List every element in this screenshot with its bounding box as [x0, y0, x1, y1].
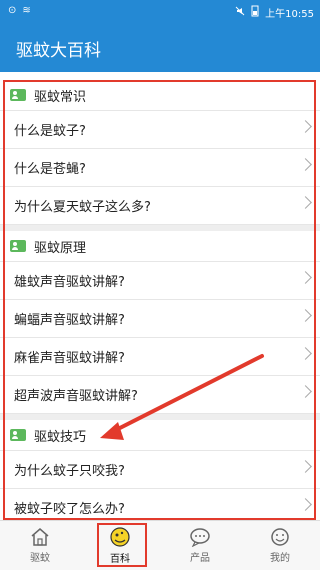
section-header-tips: 驱蚊技巧 [0, 420, 320, 451]
section-title: 驱蚊原理 [34, 240, 87, 256]
tab-label: 我的 [270, 553, 290, 564]
chevron-right-icon [299, 120, 312, 133]
list-item-label: 超声波声音驱蚊讲解? [14, 389, 138, 404]
list-item[interactable]: 超声波声音驱蚊讲解? [0, 376, 320, 414]
list-item[interactable]: 为什么夏天蚊子这么多? [0, 187, 320, 225]
chevron-right-icon [299, 385, 312, 398]
section-title: 驱蚊常识 [34, 89, 87, 105]
list-item[interactable]: 什么是苍蝇? [0, 149, 320, 187]
chevron-right-icon [299, 309, 312, 322]
status-bar: ⊙ ≋ 上午10:55 [0, 0, 320, 24]
chevron-right-icon [299, 347, 312, 360]
list-item[interactable]: 蝙蝠声音驱蚊讲解? [0, 300, 320, 338]
knowledge-list[interactable]: 驱蚊常识 什么是蚊子? 什么是苍蝇? 为什么夏天蚊子这么多? 驱蚊原理 雄蚊声音… [0, 80, 320, 520]
list-item-label: 被蚊子咬了怎么办? [14, 502, 125, 517]
list-item-label: 蝙蝠声音驱蚊讲解? [14, 313, 125, 328]
tab-mosquito-repel[interactable]: 驱蚊 [0, 521, 80, 570]
list-item[interactable]: 雄蚊声音驱蚊讲解? [0, 262, 320, 300]
tab-label: 产品 [190, 553, 210, 564]
wifi-icon: ≋ [22, 5, 31, 16]
mute-icon [235, 6, 245, 19]
section-header-common-sense: 驱蚊常识 [0, 80, 320, 111]
home-icon [31, 528, 49, 546]
contact-card-icon [10, 240, 26, 252]
bottom-tab-bar: 驱蚊 百科 产品 我的 [0, 520, 320, 570]
chevron-right-icon [299, 271, 312, 284]
smiley-icon [271, 528, 289, 546]
list-item-label: 雄蚊声音驱蚊讲解? [14, 275, 125, 290]
tab-profile[interactable]: 我的 [240, 521, 320, 570]
list-item[interactable]: 什么是蚊子? [0, 111, 320, 149]
app-header: 驱蚊大百科 [0, 24, 320, 72]
contact-card-icon [10, 89, 26, 101]
section-header-principle: 驱蚊原理 [0, 231, 320, 262]
chevron-right-icon [299, 158, 312, 171]
signal-icon: ⊙ [8, 5, 17, 16]
battery-icon [251, 5, 259, 20]
list-item[interactable]: 为什么蚊子只咬我? [0, 451, 320, 489]
chat-icon [190, 528, 210, 547]
list-item-label: 为什么夏天蚊子这么多? [14, 200, 151, 215]
chevron-right-icon [299, 498, 312, 511]
status-time: 上午10:55 [265, 9, 314, 20]
list-item[interactable]: 被蚊子咬了怎么办? [0, 489, 320, 520]
list-item-label: 什么是蚊子? [14, 124, 86, 139]
chevron-right-icon [299, 460, 312, 473]
chevron-right-icon [299, 196, 312, 209]
tab-products[interactable]: 产品 [160, 521, 240, 570]
list-item-label: 麻雀声音驱蚊讲解? [14, 351, 125, 366]
section-title: 驱蚊技巧 [34, 429, 87, 445]
annotation-highlight-box [97, 523, 147, 567]
contact-card-icon [10, 429, 26, 441]
list-item-label: 什么是苍蝇? [14, 162, 86, 177]
app-title: 驱蚊大百科 [16, 41, 101, 61]
list-item[interactable]: 麻雀声音驱蚊讲解? [0, 338, 320, 376]
list-item-label: 为什么蚊子只咬我? [14, 464, 125, 479]
tab-label: 驱蚊 [30, 553, 50, 564]
